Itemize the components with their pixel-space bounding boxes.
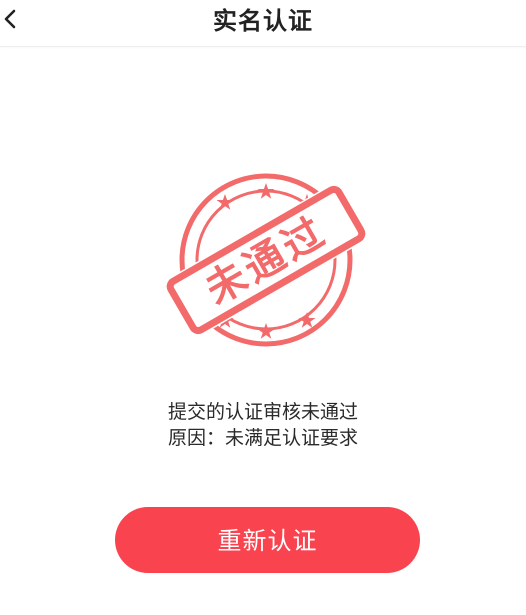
result-status-text: 提交的认证审核未通过 (167, 401, 358, 423)
page-title: 实名认证 (213, 7, 313, 35)
navigation-bar: 实名认证 (0, 0, 526, 47)
retry-verification-button[interactable]: 重新认证 (115, 507, 420, 573)
result-reason-text: 原因：未满足认证要求 (167, 427, 358, 449)
rejected-stamp-icon: 未通过 (158, 172, 374, 348)
result-message: 提交的认证审核未通过 原因：未满足认证要求 (0, 399, 526, 451)
